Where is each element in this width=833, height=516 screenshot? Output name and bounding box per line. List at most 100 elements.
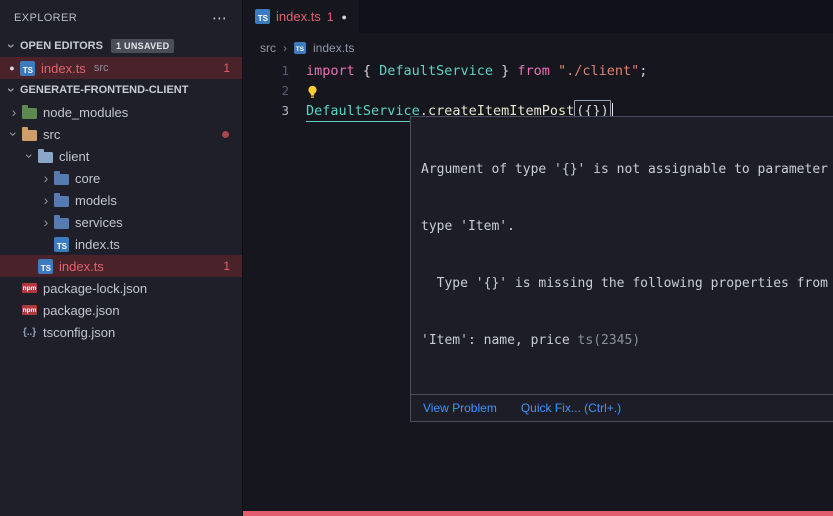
editor-pane: TS index.ts 1 ● src › TS index.ts 1 impo… <box>243 0 833 516</box>
error-count-badge: 1 <box>223 61 230 75</box>
token-identifier: DefaultService <box>306 101 420 122</box>
dirty-dot-icon[interactable]: ● <box>4 63 20 73</box>
error-message-line: Type '{}' is missing the following prope… <box>421 274 833 293</box>
chevron-right-icon: › <box>6 104 22 120</box>
tree-item-src[interactable]: › src <box>0 123 242 145</box>
tree-item-label: tsconfig.json <box>43 325 115 340</box>
bottom-status-strip <box>243 511 833 516</box>
open-editors-header[interactable]: › OPEN EDITORS 1 UNSAVED <box>0 35 242 57</box>
token-string: "./client" <box>558 61 639 81</box>
error-message: Argument of type '{}' is not assignable … <box>411 117 833 394</box>
tree-item-label: node_modules <box>43 105 128 120</box>
vscode-window: EXPLORER ⋯ › OPEN EDITORS 1 UNSAVED ● TS… <box>0 0 833 516</box>
breadcrumb-separator-icon: › <box>283 41 287 55</box>
tree-item-models[interactable]: › models <box>0 189 242 211</box>
open-editors-label: OPEN EDITORS <box>20 40 103 52</box>
error-code: ts(2345) <box>578 333 641 348</box>
folder-icon <box>22 108 37 119</box>
tree-item-label: package-lock.json <box>43 281 147 296</box>
typescript-file-icon: TS <box>20 61 35 76</box>
tree-item-package-lock-json[interactable]: npm package-lock.json <box>0 277 242 299</box>
code-area[interactable]: 1 import { DefaultService } from "./clie… <box>243 61 833 121</box>
tree-item-label: src <box>43 127 60 142</box>
chevron-down-icon: › <box>4 82 20 98</box>
token-punctuation: { <box>363 61 379 81</box>
code-line-2[interactable]: 2 <box>243 81 833 101</box>
tree-item-services[interactable]: › services <box>0 211 242 233</box>
modified-dot-icon <box>222 131 229 138</box>
tree-item-label: index.ts <box>59 259 104 274</box>
error-message-line: type 'Item'. <box>421 217 833 236</box>
error-message-line: 'Item': name, price ts(2345) <box>421 331 833 350</box>
chevron-right-icon: › <box>38 192 54 208</box>
tab-bar: TS index.ts 1 ● <box>243 0 833 33</box>
error-hover-tooltip: Argument of type '{}' is not assignable … <box>410 116 833 422</box>
tree-item-label: models <box>75 193 117 208</box>
line-number[interactable]: 2 <box>243 81 289 101</box>
tree-item-client[interactable]: › client <box>0 145 242 167</box>
typescript-file-icon: TS <box>38 259 53 274</box>
unsaved-count-badge: 1 UNSAVED <box>111 39 175 53</box>
chevron-right-icon: › <box>38 214 54 230</box>
tab-label: index.ts <box>276 9 321 24</box>
code-line-1[interactable]: 1 import { DefaultService } from "./clie… <box>243 61 833 81</box>
token-identifier: DefaultService <box>379 61 493 81</box>
token-keyword: import <box>306 61 363 81</box>
token-punctuation: ; <box>639 61 647 81</box>
project-section-header[interactable]: › GENERATE-FRONTEND-CLIENT <box>0 79 242 101</box>
tree-item-core[interactable]: › core <box>0 167 242 189</box>
open-editor-file-label: index.ts <box>41 61 86 76</box>
open-editor-file-detail: src <box>94 62 109 74</box>
tree-item-node-modules[interactable]: › node_modules <box>0 101 242 123</box>
folder-icon <box>38 152 53 163</box>
line-number[interactable]: 3 <box>243 101 289 121</box>
project-section-label: GENERATE-FRONTEND-CLIENT <box>20 84 188 96</box>
chevron-down-icon: › <box>6 126 22 142</box>
json-braces-icon: {..} <box>22 327 37 338</box>
code-line-content <box>306 81 319 101</box>
breadcrumb-folder[interactable]: src <box>260 41 276 55</box>
typescript-file-icon: TS <box>54 237 69 252</box>
tree-item-label: index.ts <box>75 237 120 252</box>
chevron-down-icon: › <box>22 148 38 164</box>
tree-item-label: core <box>75 171 100 186</box>
tab-error-count: 1 <box>327 10 334 24</box>
npm-icon: npm <box>22 305 37 315</box>
folder-icon <box>54 196 69 207</box>
explorer-sidebar: EXPLORER ⋯ › OPEN EDITORS 1 UNSAVED ● TS… <box>0 0 243 516</box>
chevron-down-icon: › <box>4 38 20 54</box>
typescript-file-icon: TS <box>255 9 270 24</box>
line-number[interactable]: 1 <box>243 61 289 81</box>
view-problem-link[interactable]: View Problem <box>423 401 497 415</box>
tree-item-src-index-ts[interactable]: TS index.ts 1 <box>0 255 242 277</box>
explorer-title: EXPLORER <box>14 12 77 24</box>
breadcrumb: src › TS index.ts <box>243 36 833 60</box>
tab-dirty-dot-icon[interactable]: ● <box>342 12 347 22</box>
folder-icon <box>22 130 37 141</box>
more-actions-icon[interactable]: ⋯ <box>212 9 228 27</box>
open-editor-item-index-ts[interactable]: ● TS index.ts src 1 <box>0 57 242 79</box>
tree-item-label: services <box>75 215 123 230</box>
error-count-badge: 1 <box>223 259 230 273</box>
npm-icon: npm <box>22 283 37 293</box>
breadcrumb-file[interactable]: index.ts <box>313 41 354 55</box>
chevron-right-icon: › <box>38 170 54 186</box>
tooltip-actions: View Problem Quick Fix... (Ctrl+.) <box>411 394 833 421</box>
tree-item-label: package.json <box>43 303 120 318</box>
token-keyword: from <box>517 61 558 81</box>
explorer-header: EXPLORER ⋯ <box>0 0 242 35</box>
tree-item-client-index-ts[interactable]: TS index.ts <box>0 233 242 255</box>
error-message-text: 'Item': name, price <box>421 333 578 348</box>
folder-icon <box>54 218 69 229</box>
typescript-file-icon: TS <box>294 42 306 54</box>
tree-item-tsconfig-json[interactable]: {..} tsconfig.json <box>0 321 242 343</box>
lightbulb-icon[interactable] <box>306 85 319 99</box>
tree-item-label: client <box>59 149 89 164</box>
tab-index-ts[interactable]: TS index.ts 1 ● <box>243 0 359 33</box>
folder-icon <box>54 174 69 185</box>
code-line-content: import { DefaultService } from "./client… <box>306 61 647 81</box>
error-message-line: Argument of type '{}' is not assignable … <box>421 160 833 179</box>
quick-fix-link[interactable]: Quick Fix... (Ctrl+.) <box>521 401 621 415</box>
token-punctuation: } <box>493 61 517 81</box>
tree-item-package-json[interactable]: npm package.json <box>0 299 242 321</box>
